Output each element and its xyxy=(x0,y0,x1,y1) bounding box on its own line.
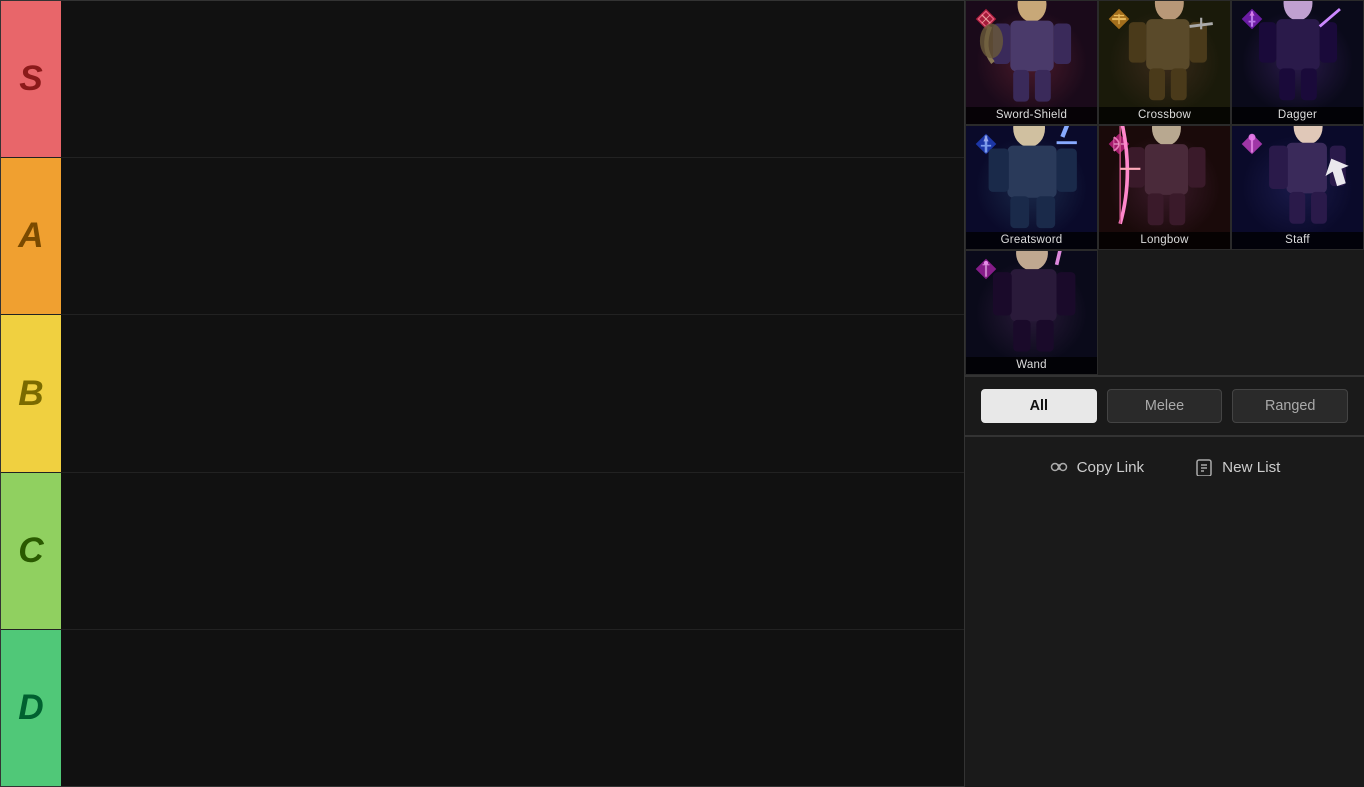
tier-label-c: C xyxy=(1,473,61,629)
tier-row-c: C xyxy=(1,473,964,630)
greatsword-name: Greatsword xyxy=(966,232,1097,249)
weapon-card-crossbow[interactable]: Crossbow xyxy=(1098,0,1231,125)
weapon-card-greatsword[interactable]: Greatsword xyxy=(965,125,1098,250)
staff-name: Staff xyxy=(1232,232,1363,249)
longbow-character xyxy=(1099,125,1230,231)
weapon-card-dagger[interactable]: Dagger xyxy=(1231,0,1364,125)
sword-shield-character xyxy=(966,0,1097,106)
weapon-grid: Sword-Shield xyxy=(965,0,1364,377)
weapon-card-staff[interactable]: Staff xyxy=(1231,125,1364,250)
new-list-label: New List xyxy=(1222,459,1280,476)
weapon-card-sword-shield[interactable]: Sword-Shield xyxy=(965,0,1098,125)
new-list-icon xyxy=(1194,457,1214,477)
filter-all-button[interactable]: All xyxy=(981,389,1097,423)
tier-content-b[interactable] xyxy=(61,315,964,471)
tier-content-s[interactable] xyxy=(61,1,964,157)
tier-row-a: A xyxy=(1,158,964,315)
crossbow-character xyxy=(1099,0,1230,106)
tier-label-d: D xyxy=(1,630,61,786)
new-list-button[interactable]: New List xyxy=(1184,451,1290,483)
action-section: Copy Link New List xyxy=(965,437,1364,497)
weapon-card-wand[interactable]: Wand xyxy=(965,250,1098,375)
tier-row-s: S xyxy=(1,1,964,158)
tier-label-b: B xyxy=(1,315,61,471)
filter-melee-button[interactable]: Melee xyxy=(1107,389,1223,423)
copy-link-label: Copy Link xyxy=(1077,459,1145,476)
filter-ranged-button[interactable]: Ranged xyxy=(1232,389,1348,423)
filter-section: All Melee Ranged xyxy=(965,377,1364,437)
crossbow-name: Crossbow xyxy=(1099,107,1230,124)
tier-list: S A B C D xyxy=(0,0,965,787)
tier-row-d: D xyxy=(1,630,964,786)
tier-content-c[interactable] xyxy=(61,473,964,629)
tier-label-s: S xyxy=(1,1,61,157)
dagger-character xyxy=(1232,0,1363,106)
weapon-card-longbow[interactable]: Longbow xyxy=(1098,125,1231,250)
wand-character xyxy=(966,250,1097,356)
right-panel: Sword-Shield xyxy=(965,0,1364,787)
tier-row-b: B xyxy=(1,315,964,472)
greatsword-character xyxy=(966,125,1097,231)
copy-link-icon xyxy=(1049,457,1069,477)
sword-shield-name: Sword-Shield xyxy=(966,107,1097,124)
dagger-name: Dagger xyxy=(1232,107,1363,124)
tier-label-a: A xyxy=(1,158,61,314)
wand-name: Wand xyxy=(966,357,1097,374)
longbow-name: Longbow xyxy=(1099,232,1230,249)
tier-content-d[interactable] xyxy=(61,630,964,786)
tier-content-a[interactable] xyxy=(61,158,964,314)
staff-character xyxy=(1232,125,1363,231)
copy-link-button[interactable]: Copy Link xyxy=(1039,451,1155,483)
